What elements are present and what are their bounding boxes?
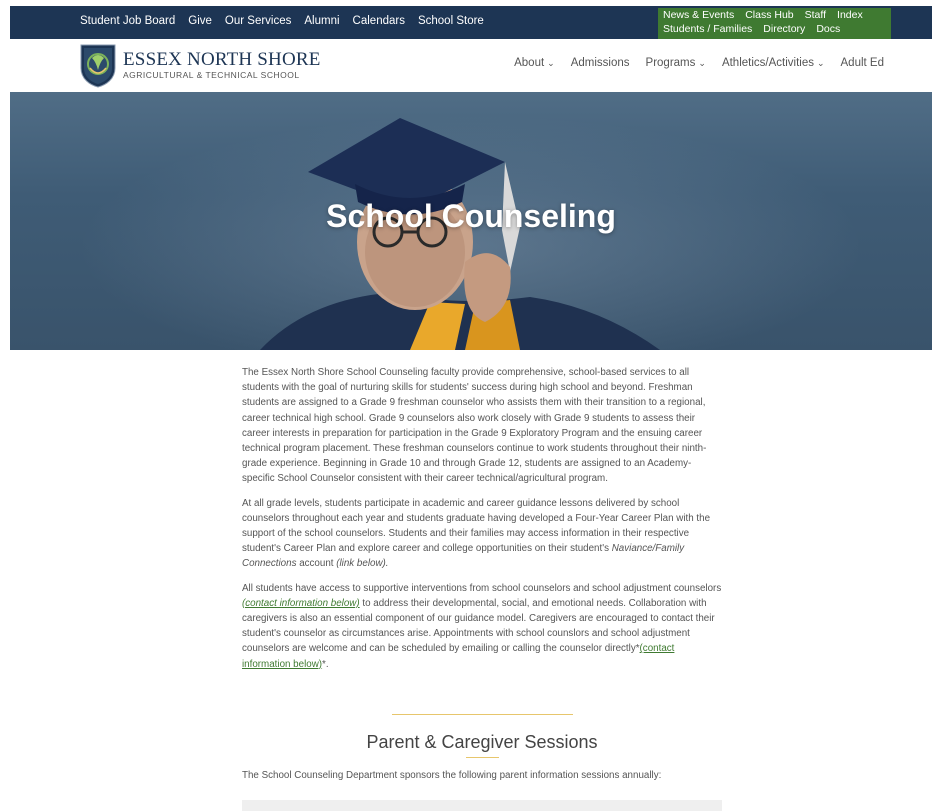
nav-admissions-label: Admissions: [570, 57, 630, 69]
page-title: School Counseling: [326, 198, 616, 234]
chevron-down-icon: ⌄: [547, 58, 555, 68]
link-directory[interactable]: Directory: [763, 23, 805, 35]
logo-text: ESSEX NORTH SHORE AGRICULTURAL & TECHNIC…: [123, 49, 321, 81]
section-title-underline: [466, 757, 499, 758]
link-our-services[interactable]: Our Services: [225, 15, 291, 27]
secondary-row-1: News & Events Class Hub Staff Index: [663, 9, 863, 21]
secondary-row-2: Students / Families Directory Docs: [663, 23, 840, 35]
section-title: Parent & Caregiver Sessions: [366, 732, 598, 752]
link-give[interactable]: Give: [188, 15, 212, 27]
nav-about[interactable]: About ⌄: [514, 57, 555, 69]
school-logo[interactable]: ESSEX NORTH SHORE AGRICULTURAL & TECHNIC…: [78, 42, 321, 88]
secondary-links-block: News & Events Class Hub Staff Index Stud…: [658, 8, 891, 39]
link-staff[interactable]: Staff: [805, 9, 826, 21]
sessions-table-edge: [242, 800, 722, 811]
nav-about-label: About: [514, 57, 545, 69]
interventions-text-a: All students have access to supportive i…: [242, 582, 722, 594]
utility-links: Student Job Board Give Our Services Alum…: [80, 6, 484, 35]
section-intro: The School Counseling Department sponsor…: [242, 770, 662, 781]
intro-paragraph: The Essex North Shore School Counseling …: [242, 367, 707, 485]
chevron-down-icon: ⌄: [698, 58, 706, 68]
link-students-families[interactable]: Students / Families: [663, 23, 752, 35]
main-nav: About ⌄ Admissions Programs ⌄ Athletics/Ac…: [514, 57, 884, 69]
link-student-job-board[interactable]: Student Job Board: [80, 15, 175, 27]
nav-athletics-label: Athletics/Activities: [721, 57, 814, 69]
link-class-hub[interactable]: Class Hub: [745, 9, 793, 21]
nav-adult-ed[interactable]: Adult Ed: [841, 57, 884, 69]
nav-adult-ed-label: Adult Ed: [840, 57, 884, 69]
link-news-events[interactable]: News & Events: [663, 9, 734, 21]
nav-programs-label: Programs: [645, 57, 696, 69]
nav-admissions[interactable]: Admissions: [571, 57, 630, 69]
school-crest-icon: [80, 44, 116, 88]
contact-info-link[interactable]: (contact information below): [242, 598, 360, 609]
career-plan-paragraph: At all grade levels, students participat…: [242, 496, 722, 572]
interventions-text-c: *.: [322, 658, 329, 670]
logo-title: ESSEX NORTH SHORE: [123, 49, 321, 70]
utility-bar: Student Job Board Give Our Services Alum…: [10, 6, 932, 39]
site-header: ESSEX NORTH SHORE AGRICULTURAL & TECHNIC…: [10, 39, 932, 92]
interventions-paragraph: All students have access to supportive i…: [242, 581, 722, 672]
link-alumni[interactable]: Alumni: [304, 15, 339, 27]
section-divider: [392, 714, 573, 715]
hero-banner: School Counseling: [10, 92, 932, 350]
link-docs[interactable]: Docs: [816, 23, 840, 35]
link-school-store[interactable]: School Store: [418, 15, 484, 27]
link-calendars[interactable]: Calendars: [353, 15, 405, 27]
nav-programs[interactable]: Programs ⌄: [646, 57, 706, 69]
career-plan-text-b: account: [296, 558, 337, 570]
link-below-text: (link below).: [336, 558, 389, 570]
link-index[interactable]: Index: [837, 9, 863, 21]
logo-subtitle: AGRICULTURAL & TECHNICAL SCHOOL: [123, 70, 300, 80]
main-content: The Essex North Shore School Counseling …: [242, 365, 722, 681]
chevron-down-icon: ⌄: [816, 58, 825, 68]
nav-athletics-activities[interactable]: Athletics/Activities ⌄: [722, 57, 825, 69]
